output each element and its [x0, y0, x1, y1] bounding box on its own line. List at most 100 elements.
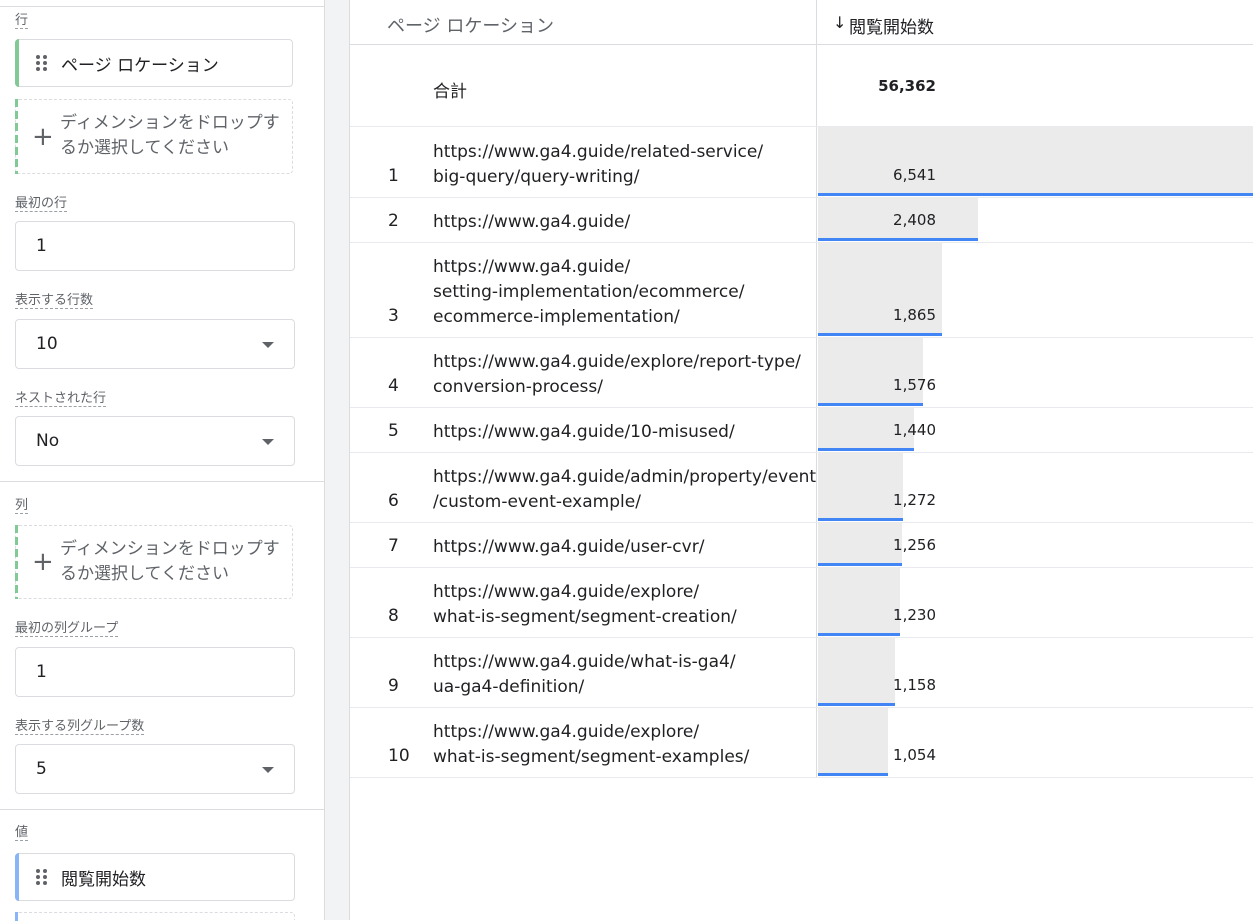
bar-indicator — [818, 703, 895, 706]
url-line: https://www.ga4.guide/what-is-ga4/ — [433, 652, 736, 672]
row-rank: 6 — [388, 491, 399, 511]
metric-column-header[interactable]: 閲覧開始数 — [849, 13, 934, 38]
page-location-cell[interactable]: https://www.ga4.guide/setting-implementa… — [433, 255, 803, 330]
bar-indicator — [818, 563, 902, 566]
page-location-cell[interactable]: https://www.ga4.guide/explore/report-typ… — [433, 350, 803, 400]
value-drop-zone[interactable] — [15, 912, 295, 921]
show-col-groups-select[interactable]: 5 — [15, 744, 295, 794]
nested-rows-value: No — [36, 431, 60, 451]
row-divider — [350, 522, 1253, 523]
value-metric-label: 閲覧開始数 — [61, 869, 146, 890]
value-metric-chip[interactable]: 閲覧開始数 — [15, 853, 295, 901]
columns-section-label: 列 — [15, 498, 29, 514]
row-dimension-chip[interactable]: ページ ロケーション — [15, 39, 293, 87]
show-rows-select[interactable]: 10 — [15, 319, 295, 369]
metric-value: 1,230 — [893, 606, 936, 624]
url-line: what-is-segment/segment-creation/ — [433, 607, 737, 627]
total-value: 56,362 — [878, 77, 936, 95]
metric-value: 1,272 — [893, 491, 936, 509]
drop-hint: ディメンションをドロップするか選択してください — [60, 539, 280, 584]
drag-handle-icon[interactable] — [36, 55, 48, 71]
start-row-label: 最初の行 — [15, 196, 68, 212]
divider — [0, 809, 324, 810]
row-divider — [350, 407, 1253, 408]
bar-indicator — [818, 193, 1253, 196]
column-dimension-drop-zone[interactable]: + ディメンションをドロップするか選択してください — [15, 525, 293, 599]
url-line: ecommerce-implementation/ — [433, 307, 680, 327]
row-divider — [350, 197, 1253, 198]
row-divider — [350, 567, 1253, 568]
url-line: https://www.ga4.guide/ — [433, 212, 631, 232]
start-col-group-input[interactable]: 1 — [15, 647, 295, 697]
bar-indicator — [818, 238, 978, 241]
row-rank: 5 — [388, 421, 399, 441]
row-rank: 1 — [388, 166, 399, 186]
start-row-input[interactable]: 1 — [15, 221, 295, 271]
row-divider — [350, 242, 1253, 243]
show-rows-value: 10 — [36, 334, 58, 354]
page-location-cell[interactable]: https://www.ga4.guide/ — [433, 210, 803, 235]
url-line: https://www.ga4.guide/explore/ — [433, 722, 700, 742]
row-rank: 2 — [388, 211, 399, 231]
metric-value: 1,576 — [893, 376, 936, 394]
page-location-cell[interactable]: https://www.ga4.guide/user-cvr/ — [433, 535, 803, 560]
start-col-group-label: 最初の列グループ — [15, 621, 119, 637]
page-location-cell[interactable]: https://www.ga4.guide/admin/property/eve… — [433, 465, 817, 515]
start-row-value: 1 — [36, 236, 47, 256]
dropdown-caret-icon — [262, 342, 274, 348]
metric-value: 6,541 — [893, 166, 936, 184]
url-line: https://www.ga4.guide/10-misused/ — [433, 422, 735, 442]
plus-icon[interactable]: + — [32, 124, 54, 150]
row-rank: 8 — [388, 606, 399, 626]
page-location-cell[interactable]: https://www.ga4.guide/explore/what-is-se… — [433, 580, 803, 630]
bar-indicator — [818, 448, 914, 451]
drop-zone-accent — [15, 99, 18, 174]
nested-rows-label: ネストされた行 — [15, 391, 107, 407]
url-line: https://www.ga4.guide/admin/property/eve… — [433, 467, 817, 487]
total-label: 合計 — [433, 82, 467, 102]
bar-indicator — [818, 333, 942, 336]
settings-panel: 行 ページ ロケーション + ディメンションをドロップするか選択してください 最… — [0, 0, 324, 921]
metric-value: 1,054 — [893, 746, 936, 764]
header-divider — [350, 44, 1253, 45]
row-divider — [350, 637, 1253, 638]
row-divider — [350, 452, 1253, 453]
bar-indicator — [818, 518, 903, 521]
url-line: setting-implementation/ecommerce/ — [433, 282, 745, 302]
row-dimension-drop-zone[interactable]: + ディメンションをドロップするか選択してください — [15, 99, 293, 174]
bar-indicator — [818, 633, 900, 636]
metric-value: 1,158 — [893, 676, 936, 694]
row-dimension-label: ページ ロケーション — [61, 55, 219, 76]
show-col-groups-label: 表示する列グループ数 — [15, 719, 145, 735]
arrow-down-icon[interactable]: ↓ — [833, 13, 846, 32]
page-location-cell[interactable]: https://www.ga4.guide/10-misused/ — [433, 420, 803, 445]
url-line: big-query/query-writing/ — [433, 167, 640, 187]
page-location-cell[interactable]: https://www.ga4.guide/related-service/bi… — [433, 140, 803, 190]
row-rank: 4 — [388, 376, 399, 396]
start-col-group-value: 1 — [36, 662, 47, 682]
row-rank: 9 — [388, 676, 399, 696]
nested-rows-select[interactable]: No — [15, 416, 295, 466]
rows-section-label: 行 — [15, 13, 29, 29]
bar-indicator — [818, 773, 888, 776]
chip-accent — [15, 853, 19, 901]
drop-zone-accent — [15, 525, 18, 599]
dimension-column-header[interactable]: ページ ロケーション — [387, 12, 554, 38]
panel-divider — [349, 0, 350, 920]
plus-icon[interactable]: + — [32, 549, 54, 575]
drag-handle-icon[interactable] — [36, 869, 48, 885]
show-rows-label: 表示する行数 — [15, 293, 94, 309]
metric-value: 2,408 — [893, 211, 936, 229]
url-line: https://www.ga4.guide/ — [433, 257, 631, 277]
chip-accent — [15, 39, 19, 87]
url-line: https://www.ga4.guide/user-cvr/ — [433, 537, 705, 557]
drop-hint: ディメンションをドロップするか選択してください — [60, 113, 280, 158]
url-line: what-is-segment/segment-examples/ — [433, 747, 750, 767]
values-section-label: 値 — [15, 825, 29, 841]
metric-value: 1,440 — [893, 421, 936, 439]
row-divider — [350, 337, 1253, 338]
bar-background — [818, 522, 902, 565]
page-location-cell[interactable]: https://www.ga4.guide/what-is-ga4/ua-ga4… — [433, 650, 803, 700]
url-line: https://www.ga4.guide/explore/report-typ… — [433, 352, 801, 372]
page-location-cell[interactable]: https://www.ga4.guide/explore/what-is-se… — [433, 720, 803, 770]
